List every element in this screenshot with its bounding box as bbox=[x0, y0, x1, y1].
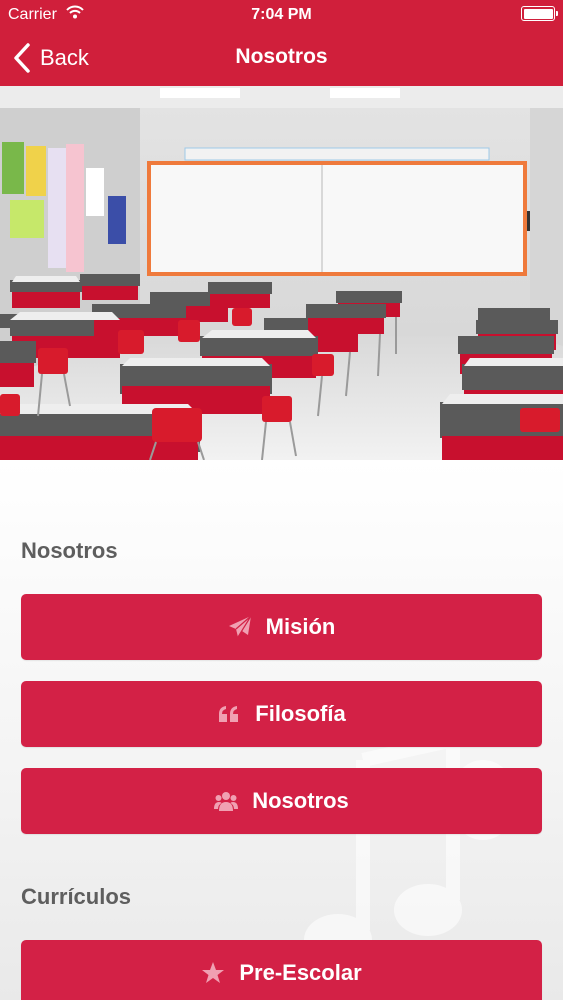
star-icon bbox=[202, 962, 225, 983]
pre-escolar-label: Pre-Escolar bbox=[239, 960, 362, 985]
mision-label: Misión bbox=[265, 614, 336, 639]
nosotros-button[interactable]: Nosotros bbox=[21, 768, 542, 834]
section-title-curriculos: Currículos bbox=[21, 884, 132, 909]
paper-plane-icon bbox=[228, 615, 252, 638]
page-title: Nosotros bbox=[235, 45, 328, 68]
nosotros-label: Nosotros bbox=[252, 788, 349, 813]
quote-icon bbox=[219, 706, 239, 722]
mision-button[interactable]: Misión bbox=[21, 594, 542, 660]
navigation-bar: Back Nosotros bbox=[0, 30, 563, 86]
status-time: 7:04 PM bbox=[251, 6, 312, 23]
section-title-nosotros: Nosotros bbox=[21, 538, 118, 563]
classroom-photo bbox=[0, 86, 563, 460]
status-bar: Carrier 7:04 PM bbox=[0, 0, 563, 30]
filosofia-label: Filosofía bbox=[255, 701, 346, 726]
top-bar: Carrier 7:04 PM Back Nosotros bbox=[0, 0, 563, 86]
users-icon bbox=[214, 792, 239, 811]
pre-escolar-button[interactable]: Pre-Escolar bbox=[21, 940, 542, 1000]
menu-content: Nosotros Misión Filosofía Nosotros Currí… bbox=[0, 460, 563, 1000]
battery-icon bbox=[521, 6, 558, 21]
filosofia-button[interactable]: Filosofía bbox=[21, 681, 542, 747]
